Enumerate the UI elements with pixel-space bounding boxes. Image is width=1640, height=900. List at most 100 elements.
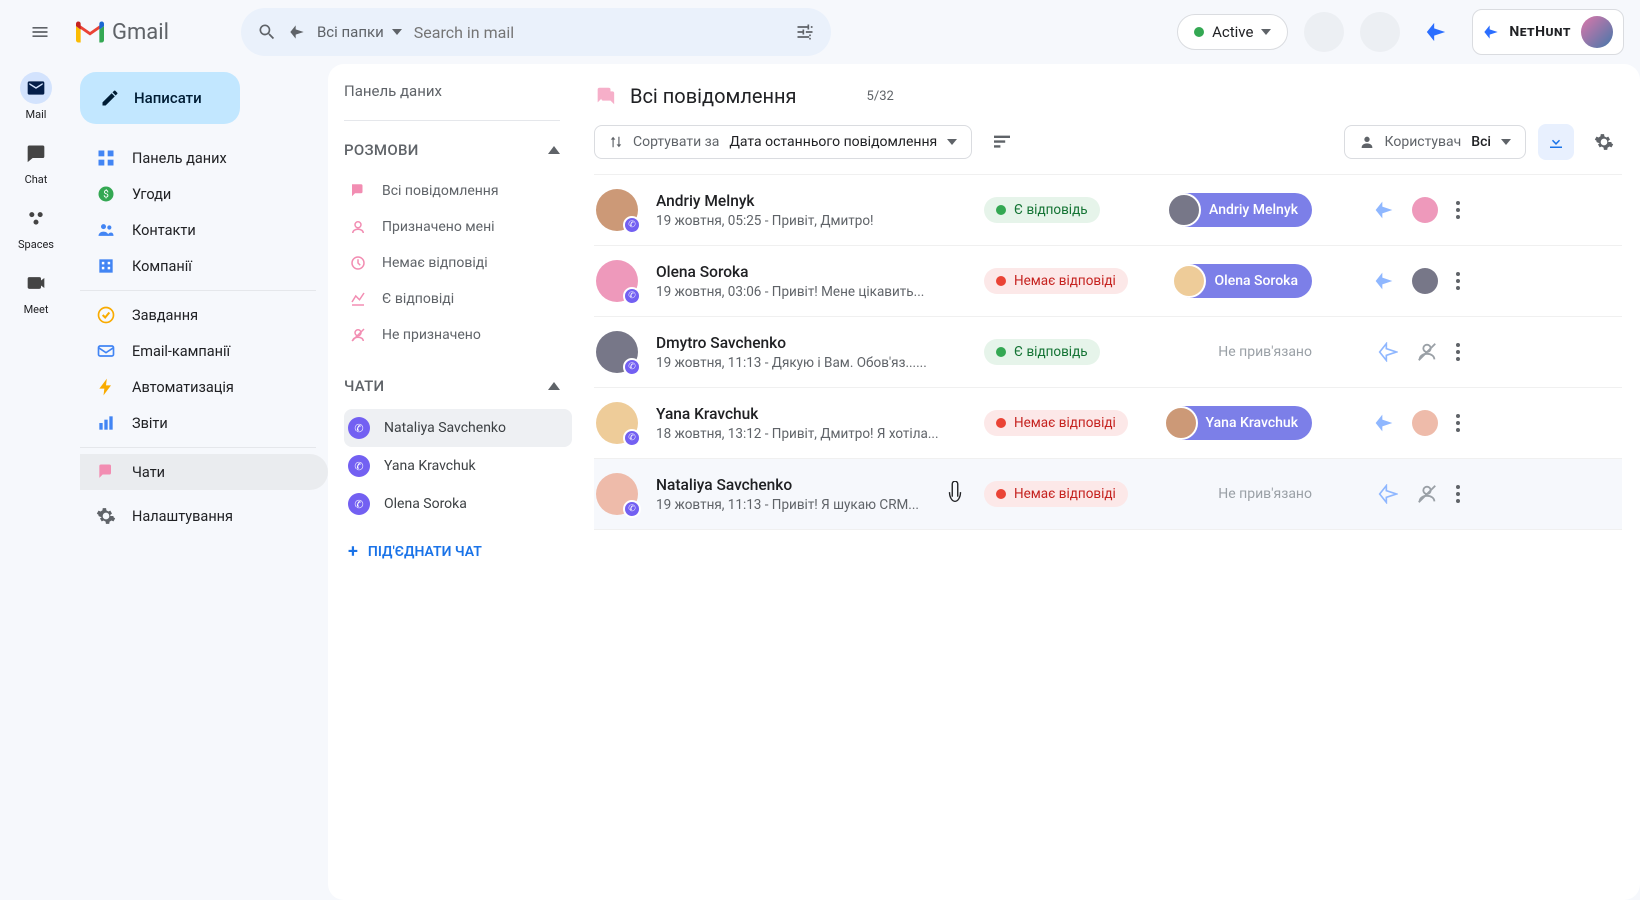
search-bar[interactable]: Всі папки [241,8,831,56]
sidebar-item-chats[interactable]: Чати [80,454,328,490]
message-row[interactable]: ✆ Dmytro Savchenko 19 жовтня, 11:13 - Дя… [594,317,1622,388]
user-filter-dropdown[interactable]: Користувач Всі [1344,125,1526,159]
assignee-pill[interactable]: Andriy Melnyk [1169,193,1312,227]
conversation-filter-noresp[interactable]: Немає відповіді [344,245,572,281]
more-button[interactable] [1456,201,1460,219]
link-icon-button[interactable] [1374,413,1394,433]
rail-item-spaces[interactable]: Spaces [18,202,54,251]
rail-item-meet[interactable]: Meet [20,267,52,316]
status-dot-icon [996,489,1006,499]
more-button[interactable] [1456,272,1460,290]
sender-name: Yana Kravchuk [656,405,966,423]
status-text: Немає відповіді [1014,486,1116,502]
viber-badge-icon: ✆ [623,429,641,447]
sort-direction-button[interactable] [984,126,1020,158]
more-button[interactable] [1456,485,1460,503]
assignee-pill[interactable]: Olena Soroka [1174,264,1312,298]
spaces-icon [20,202,52,234]
link-icon-button[interactable] [1378,484,1398,504]
settings-button[interactable] [1586,124,1622,160]
filter-label: Не призначено [382,327,481,343]
link-icon-button[interactable] [1374,200,1394,220]
sidebar-item-campaigns[interactable]: Email-кампанії [80,333,328,369]
sidebar-item-companies[interactable]: Компанії [80,248,328,284]
rail-label: Mail [26,108,47,121]
mail-icon [20,72,52,104]
contacts-icon [96,220,116,240]
more-button[interactable] [1456,414,1460,432]
chat-name: Olena Soroka [384,496,467,512]
owner-button[interactable] [1412,410,1438,436]
search-input[interactable] [414,23,783,42]
nethunt-label: NetHunt [1509,24,1571,40]
conversation-filter-assigned[interactable]: Призначено мені [344,209,572,245]
gmail-label: Gmail [112,20,169,45]
tune-icon[interactable] [795,22,815,42]
sort-value: Дата останнього повідомлення [729,134,937,150]
folder-scope-dropdown[interactable]: Всі папки [317,23,402,41]
chat-item[interactable]: ✆ Nataliya Savchenko [344,409,572,447]
conversation-filter-hasresp[interactable]: Є відповіді [344,281,572,317]
sidebar-item-label: Угоди [132,186,171,203]
conversations-section-toggle[interactable]: РОЗМОВИ [344,131,572,169]
more-vertical-icon [1456,272,1460,290]
conversation-filter-all[interactable]: Всі повідомлення [344,173,572,209]
assignee-pill[interactable]: Yana Kravchuk [1166,406,1312,440]
svg-text:$: $ [103,187,109,200]
main-menu-button[interactable] [16,8,64,56]
sender-avatar-wrap: ✆ [596,260,638,302]
gmail-icon [76,21,104,43]
sort-dropdown[interactable]: Сортувати за Дата останнього повідомленн… [594,125,972,159]
message-row[interactable]: ✆ Olena Soroka 19 жовтня, 03:06 - Привіт… [594,246,1622,317]
owner-button[interactable] [1412,268,1438,294]
message-row[interactable]: ✆ Andriy Melnyk 19 жовтня, 05:25 - Приві… [594,175,1622,246]
sidebar-item-automation[interactable]: Автоматизація [80,369,328,405]
header-button-2[interactable] [1360,12,1400,52]
sidebar-item-label: Звіти [132,415,168,432]
filter-label: Всі повідомлення [382,183,499,199]
chat-item[interactable]: ✆ Yana Kravchuk [344,447,572,485]
owner-button[interactable] [1416,341,1438,363]
status-dropdown[interactable]: Active [1177,14,1288,50]
owner-button[interactable] [1412,197,1438,223]
status-dot-icon [996,347,1006,357]
more-button[interactable] [1456,343,1460,361]
folder-scope-label: Всі папки [317,23,384,41]
message-row[interactable]: ✆ Nataliya Savchenko 19 жовтня, 11:13 - … [594,459,1622,530]
sidebar-item-deals[interactable]: $ Угоди [80,176,328,212]
viber-badge-icon: ✆ [623,358,641,376]
rail-item-mail[interactable]: Mail [20,72,52,121]
message-preview: 19 жовтня, 11:13 - Дякую і Вам. Обов'яз.… [656,355,966,371]
search-icon [257,22,277,42]
user-slash-icon [1416,341,1438,363]
compose-button[interactable]: Написати [80,72,240,124]
rail-item-chat[interactable]: Chat [20,137,52,186]
header-button-1[interactable] [1304,12,1344,52]
more-vertical-icon [1456,201,1460,219]
nethunt-icon-button[interactable] [1416,12,1456,52]
assignee-name: Olena Soroka [1214,273,1298,289]
message-row[interactable]: ✆ Yana Kravchuk 18 жовтня, 13:12 - Приві… [594,388,1622,459]
link-icon-button[interactable] [1374,271,1394,291]
sidebar-item-label: Контакти [132,222,196,239]
messages-icon [594,85,616,107]
link-icon-button[interactable] [1378,342,1398,362]
connect-chat-button[interactable]: + ПІД'ЄДНАТИ ЧАТ [344,527,572,576]
gmail-logo[interactable]: Gmail [76,20,169,45]
conversation-filter-unassigned[interactable]: Не призначено [344,317,572,353]
owner-button[interactable] [1416,483,1438,505]
sidebar-item-settings[interactable]: Налаштування [80,498,328,534]
nethunt-account-chip[interactable]: NetHunt [1472,9,1624,55]
companies-icon [96,256,116,276]
sender-name: Nataliya Savchenko [656,476,966,494]
sidebar-item-contacts[interactable]: Контакти [80,212,328,248]
sidebar-item-reports[interactable]: Звіти [80,405,328,441]
download-button[interactable] [1538,124,1574,160]
chats-section-toggle[interactable]: ЧАТИ [344,367,572,405]
chat-item[interactable]: ✆ Olena Soroka [344,485,572,523]
sidebar-item-dashboard[interactable]: Панель даних [80,140,328,176]
status-pill: Немає відповіді [984,481,1128,507]
content-title: Всі повідомлення [630,84,797,108]
sidebar-item-tasks[interactable]: Завдання [80,297,328,333]
sender-name: Olena Soroka [656,263,966,281]
